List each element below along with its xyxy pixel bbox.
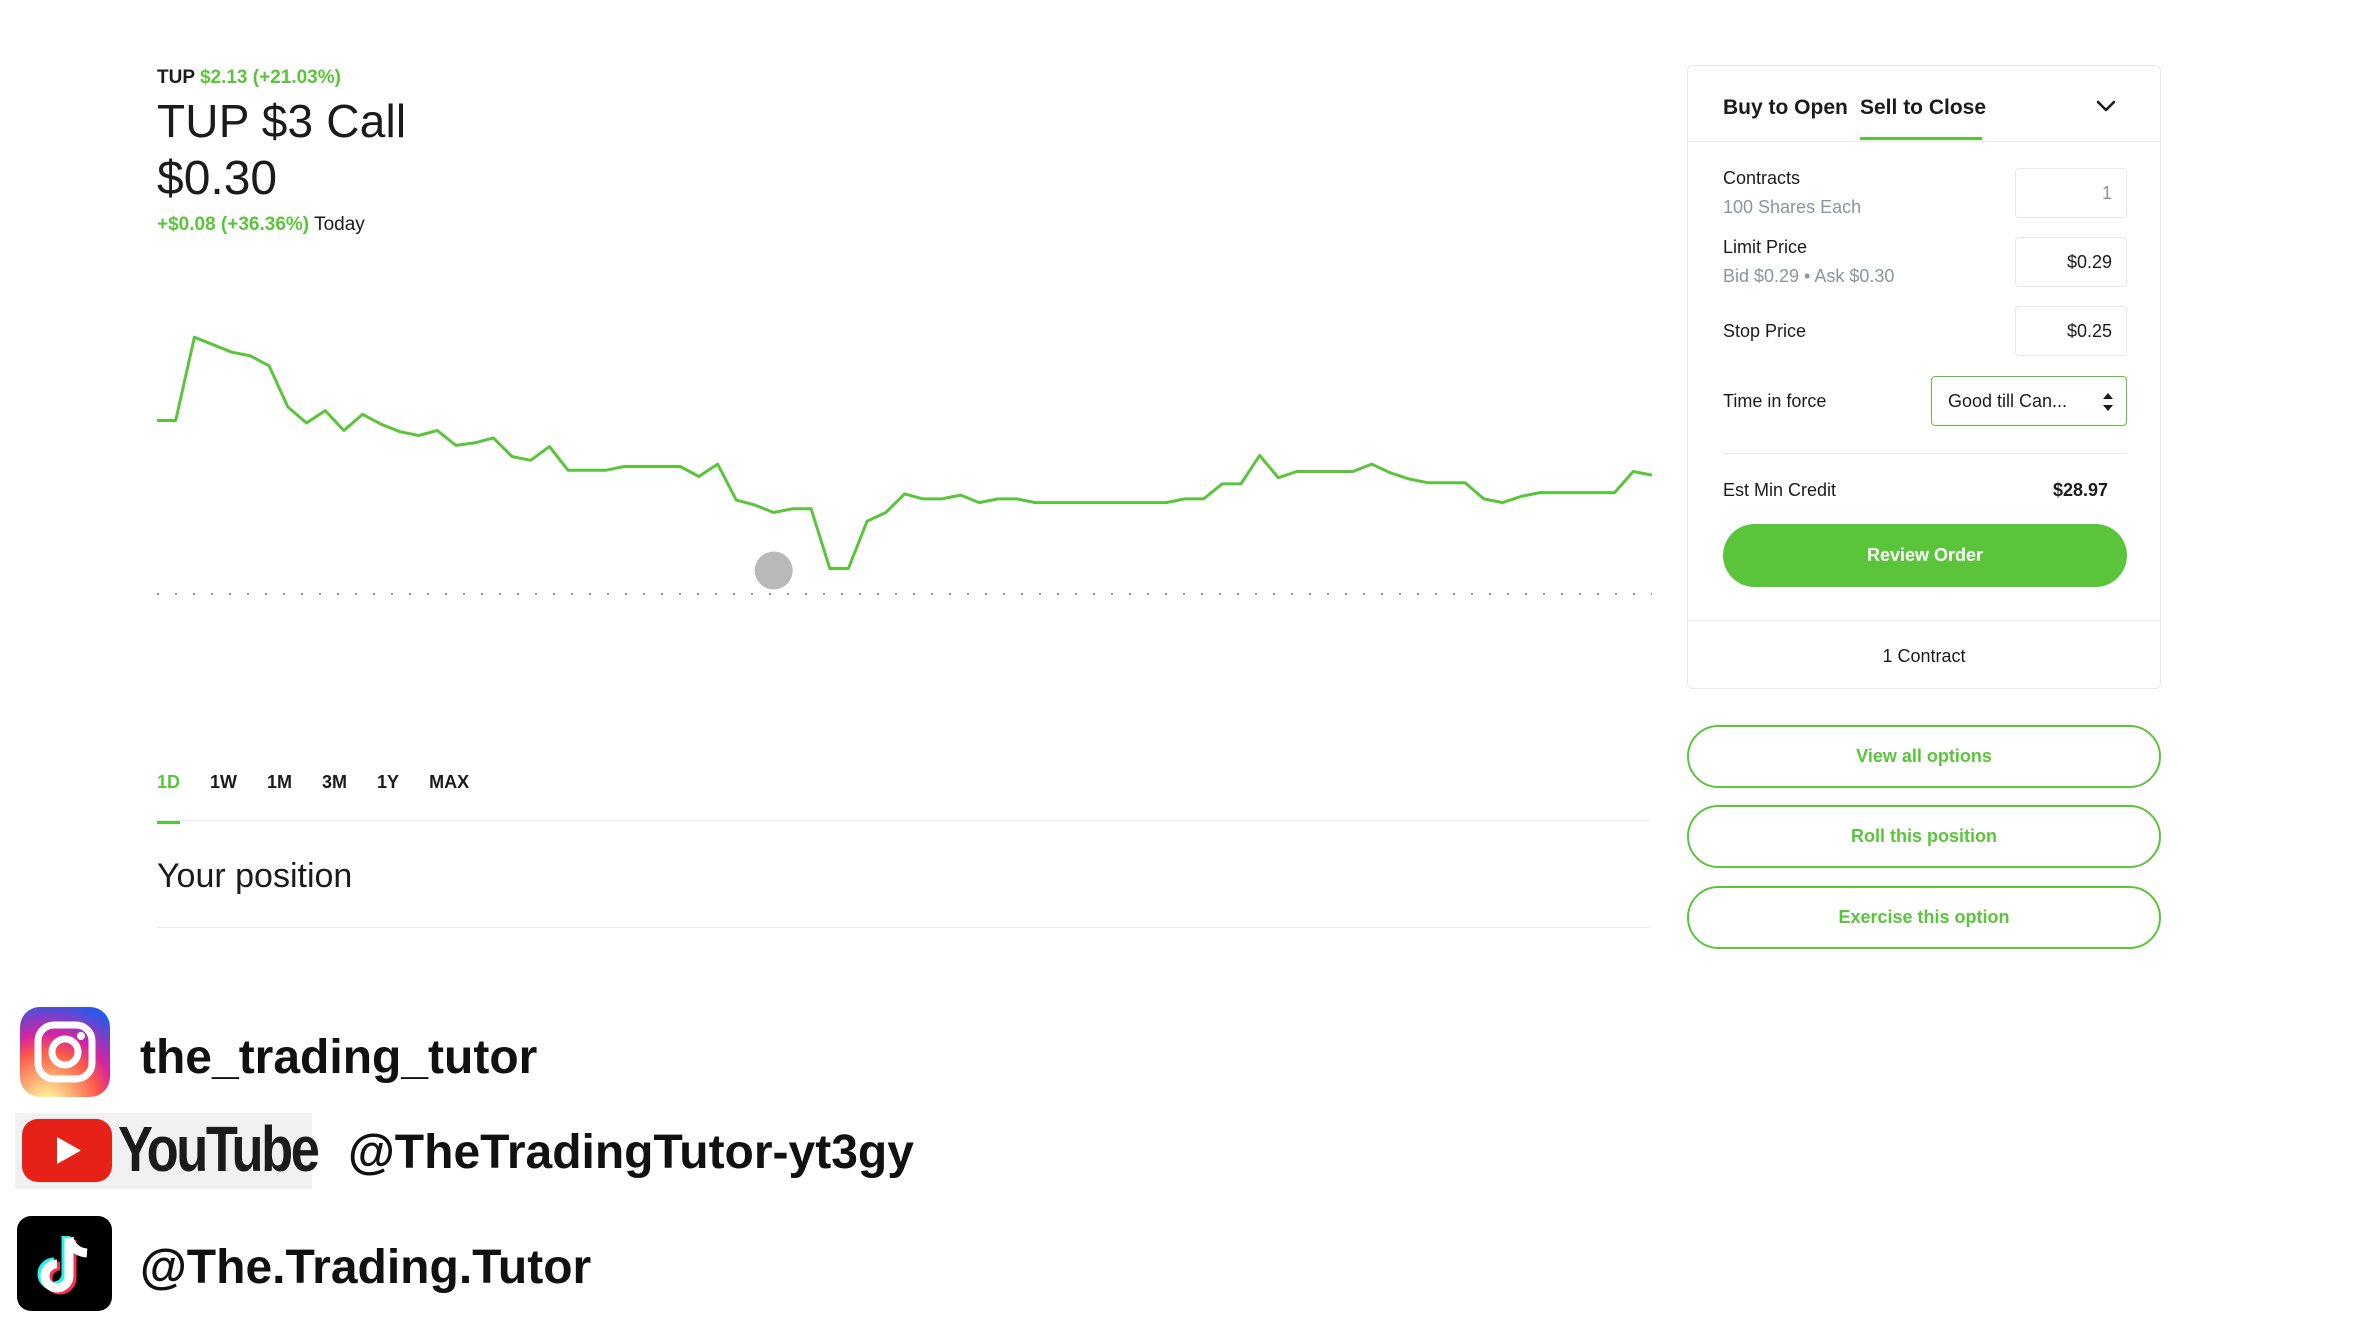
divider (157, 820, 1650, 821)
chart-cursor-dot[interactable] (754, 551, 793, 590)
range-tab-1y[interactable]: 1Y (377, 772, 399, 824)
active-tab-indicator (1860, 137, 1982, 140)
contracts-label: Contracts (1723, 168, 1801, 188)
exercise-option-button[interactable]: Exercise this option (1687, 886, 2161, 949)
limit-price-input[interactable]: $0.29 (2015, 237, 2127, 287)
tab-sell-to-close[interactable]: Sell to Close (1860, 96, 1986, 120)
range-tab-1w[interactable]: 1W (210, 772, 237, 824)
review-order-button[interactable]: Review Order (1723, 524, 2127, 587)
instagram-icon (20, 1007, 110, 1097)
divider (1688, 620, 2160, 621)
underlying-quote: TUP $2.13 (+21.03%) (157, 67, 341, 89)
order-tabs: Buy to Open Sell to Close (1688, 66, 2160, 142)
stop-price-input[interactable]: $0.25 (2015, 306, 2127, 356)
price-change-value: +$0.08 (+36.36%) (157, 214, 310, 235)
ticker-symbol: TUP (157, 67, 195, 88)
underlying-price: $2.13 (199, 67, 248, 88)
contract-title: TUP $3 Call (157, 95, 407, 147)
contracts-sublabel: 100 Shares Each (1723, 197, 1862, 217)
time-in-force-label: Time in force (1723, 391, 1827, 411)
range-tab-1m[interactable]: 1M (267, 772, 292, 824)
tiktok-handle: @The.Trading.Tutor (140, 1241, 592, 1294)
price-change-period: Today (314, 214, 365, 235)
position-heading: Your position (157, 857, 353, 895)
range-tab-3m[interactable]: 3M (322, 772, 347, 824)
underlying-change: (+21.03%) (252, 67, 341, 88)
youtube-handle: @TheTradingTutor-yt3gy (348, 1126, 914, 1179)
price-change: +$0.08 (+36.36%) Today (157, 214, 365, 236)
contracts-input[interactable]: 1 (2015, 168, 2127, 218)
tiktok-icon (17, 1216, 112, 1311)
bid-ask-label: Bid $0.29 • Ask $0.30 (1723, 266, 1895, 286)
option-price: $0.30 (157, 152, 278, 205)
youtube-wordmark: YouTube (118, 1113, 320, 1185)
view-all-options-button[interactable]: View all options (1687, 725, 2161, 788)
youtube-play-icon (22, 1119, 112, 1182)
contracts-count: 1 Contract (1882, 646, 1966, 666)
price-line (157, 335, 1653, 570)
est-min-credit-label: Est Min Credit (1723, 480, 1837, 500)
time-in-force-value: Good till Can... (1948, 391, 2068, 411)
range-tab-max[interactable]: MAX (429, 772, 469, 824)
instagram-handle: the_trading_tutor (140, 1031, 538, 1084)
range-tab-1d[interactable]: 1D (157, 772, 181, 824)
roll-position-button[interactable]: Roll this position (1687, 805, 2161, 868)
divider (1723, 453, 2127, 454)
time-in-force-select[interactable]: Good till Can... (1931, 376, 2127, 426)
tab-buy-to-open[interactable]: Buy to Open (1723, 96, 1848, 120)
est-min-credit-value: $28.97 (2052, 480, 2108, 500)
chevron-down-icon[interactable] (2092, 92, 2120, 120)
stop-price-label: Stop Price (1723, 321, 1807, 341)
limit-price-label: Limit Price (1723, 237, 1808, 257)
order-panel: Buy to Open Sell to Close Contracts 100 … (1687, 65, 2161, 689)
price-chart[interactable] (150, 290, 1660, 750)
select-arrows-icon (2103, 393, 2113, 411)
range-tabs: 1D 1W 1M 3M 1Y MAX (157, 772, 499, 824)
divider (157, 927, 1650, 928)
